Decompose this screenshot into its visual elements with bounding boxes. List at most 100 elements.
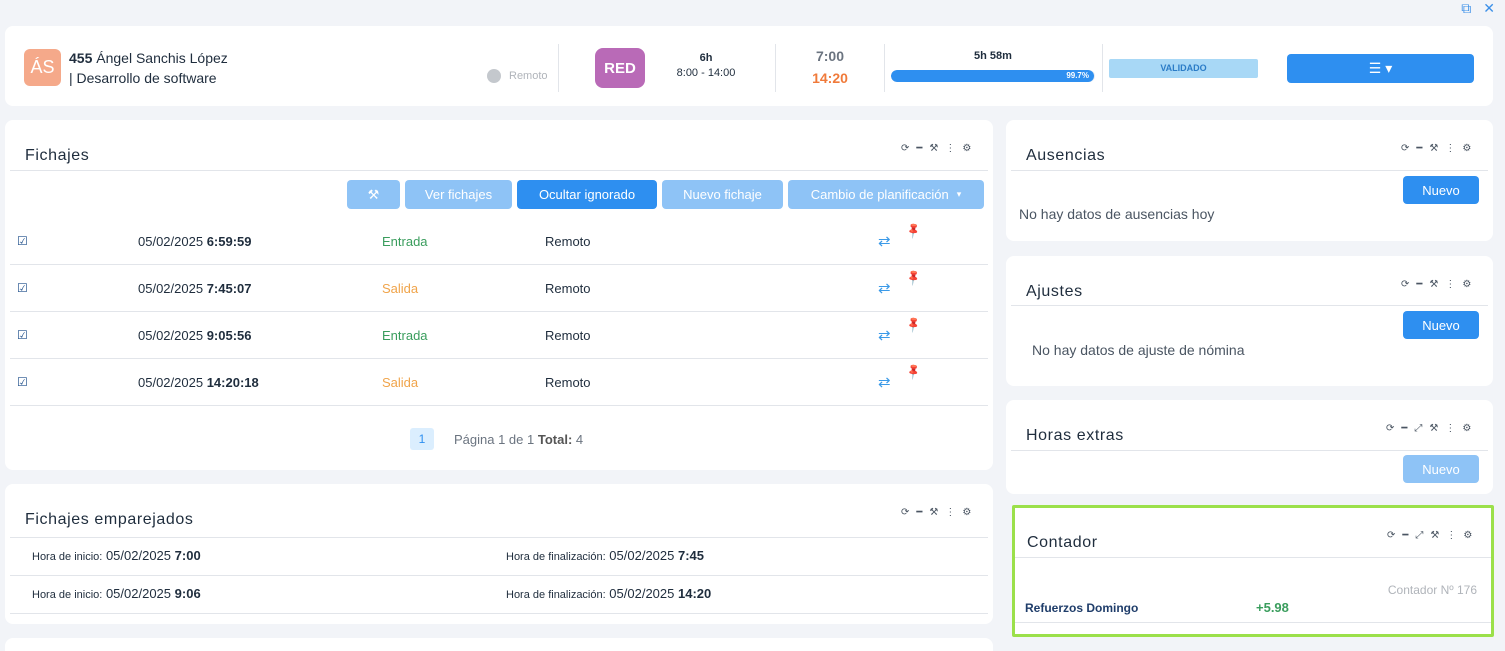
page-button[interactable]: 1 (410, 428, 434, 450)
refresh-icon[interactable]: ⟳ (901, 143, 909, 154)
divider (1011, 450, 1488, 451)
panel-tools: ⟳ ━ ⚒ ⋮ ⚙ (1401, 143, 1471, 154)
worked-time: 5h 58m (974, 50, 1012, 62)
divider (1011, 305, 1488, 306)
contador-value: +5.98 (1256, 600, 1289, 615)
divider (1015, 557, 1491, 558)
avatar: ÁS (24, 49, 61, 86)
divider (1011, 170, 1488, 171)
employee-department: | Desarrollo de software (69, 70, 217, 86)
progress-percent: 99.7% (1066, 71, 1089, 80)
fichajes-panel: Fichajes ⟳ ━ ⚒ ⋮ ⚙ ⚒ Ver fichajes Oculta… (5, 120, 993, 470)
more-vertical-icon[interactable]: ⋮ (945, 507, 955, 518)
fichaje-type: Entrada (382, 328, 428, 343)
magic-wand-icon[interactable]: ⚒ (1430, 530, 1439, 541)
gear-icon[interactable]: ⚙ (1462, 423, 1471, 434)
refresh-icon[interactable]: ⟳ (1386, 423, 1394, 434)
magic-wand-icon[interactable]: ⚒ (1429, 279, 1438, 290)
minimize-icon[interactable]: ━ (916, 143, 922, 154)
panel-title: Ausencias (1026, 147, 1106, 164)
fichaje-type: Entrada (382, 234, 428, 249)
pin-icon[interactable]: 📌 (904, 268, 923, 287)
emparejados-panel: Fichajes emparejados ⟳ ━ ⚒ ⋮ ⚙ Hora de i… (5, 484, 993, 624)
table-row: ☑ 05/02/2025 7:45:07 Salida Remoto ⇄ 📌 (10, 265, 988, 312)
progress-fill (891, 70, 1095, 82)
paired-row: Hora de inicio: 05/02/2025 9:06 Hora de … (10, 576, 988, 614)
ocultar-ignorado-button[interactable]: Ocultar ignorado (517, 180, 657, 209)
chevron-down-icon: ▾ (956, 189, 962, 199)
pin-icon[interactable]: 📌 (904, 315, 923, 334)
expand-icon[interactable]: ⤢ (1414, 423, 1422, 434)
minimize-icon[interactable]: ━ (1416, 279, 1422, 290)
contador-name: Refuerzos Domingo (1025, 601, 1139, 615)
checkbox-icon[interactable]: ☑ (17, 375, 28, 389)
minimize-icon[interactable]: ━ (916, 507, 922, 518)
divider (10, 170, 988, 171)
table-row: ☑ 05/02/2025 9:05:56 Entrada Remoto ⇄ 📌 (10, 312, 988, 359)
more-vertical-icon[interactable]: ⋮ (1446, 530, 1456, 541)
magic-wand-icon[interactable]: ⚒ (929, 507, 938, 518)
gear-icon[interactable]: ⚙ (962, 143, 971, 154)
nuevo-ajuste-button[interactable]: Nuevo (1403, 311, 1479, 339)
contador-panel: Contador ⟳ ━ ⤢ ⚒ ⋮ ⚙ Contador Nº 176 Ref… (1012, 505, 1494, 637)
magic-wand-icon[interactable]: ⚒ (1429, 143, 1438, 154)
paired-start: Hora de inicio: 05/02/2025 9:06 (32, 586, 201, 601)
minimize-icon[interactable]: ━ (1416, 143, 1422, 154)
fichaje-location: Remoto (545, 375, 591, 390)
panel-title: Fichajes emparejados (25, 511, 194, 528)
more-vertical-icon[interactable]: ⋮ (1445, 279, 1455, 290)
gear-icon[interactable]: ⚙ (1463, 530, 1472, 541)
minimize-icon[interactable]: ━ (1401, 423, 1407, 434)
nuevo-fichaje-button[interactable]: Nuevo fichaje (662, 180, 783, 209)
nuevo-ausencia-button[interactable]: Nuevo (1403, 176, 1479, 204)
panel-title: Ajustes (1026, 283, 1083, 300)
divider (775, 44, 776, 92)
fichaje-type: Salida (382, 281, 419, 296)
gear-icon[interactable]: ⚙ (962, 507, 971, 518)
paired-end: Hora de finalización: 05/02/2025 7:45 (506, 548, 705, 563)
next-panel (5, 638, 993, 651)
magic-button[interactable]: ⚒ (347, 180, 400, 209)
more-vertical-icon[interactable]: ⋮ (1445, 143, 1455, 154)
actions-menu-button[interactable]: ☰ ▾ (1287, 54, 1474, 83)
refresh-icon[interactable]: ⟳ (901, 507, 909, 518)
checkbox-icon[interactable]: ☑ (17, 281, 28, 295)
time-in: 7:00 (815, 48, 845, 64)
gear-icon[interactable]: ⚙ (1462, 143, 1471, 154)
swap-icon[interactable]: ⇄ (878, 373, 891, 391)
ver-fichajes-button[interactable]: Ver fichajes (405, 180, 512, 209)
expand-icon[interactable]: ⧉ (1461, 1, 1471, 15)
gear-icon[interactable]: ⚙ (1462, 279, 1471, 290)
schedule-hours: 6h (699, 52, 713, 64)
refresh-icon[interactable]: ⟳ (1401, 143, 1409, 154)
status-badge: VALIDADO (1109, 59, 1258, 78)
swap-icon[interactable]: ⇄ (878, 232, 891, 250)
more-vertical-icon[interactable]: ⋮ (945, 143, 955, 154)
refresh-icon[interactable]: ⟳ (1401, 279, 1409, 290)
employee-header: ÁS 455 Ángel Sanchis López | Desarrollo … (5, 26, 1493, 106)
pin-icon[interactable]: 📌 (904, 221, 923, 240)
checkbox-icon[interactable]: ☑ (17, 234, 28, 248)
ausencias-panel: Ausencias ⟳ ━ ⚒ ⋮ ⚙ Nuevo No hay datos d… (1006, 120, 1493, 241)
close-icon[interactable]: ✕ (1483, 1, 1495, 15)
expand-icon[interactable]: ⤢ (1415, 530, 1423, 541)
refresh-icon[interactable]: ⟳ (1387, 530, 1395, 541)
horas-extras-panel: Horas extras ⟳ ━ ⤢ ⚒ ⋮ ⚙ Nuevo (1006, 400, 1493, 494)
panel-tools: ⟳ ━ ⤢ ⚒ ⋮ ⚙ (1386, 423, 1471, 434)
swap-icon[interactable]: ⇄ (878, 326, 891, 344)
magic-wand-icon[interactable]: ⚒ (1429, 423, 1438, 434)
more-vertical-icon[interactable]: ⋮ (1445, 423, 1455, 434)
window-controls: ⧉ ✕ (1461, 0, 1495, 16)
empty-message: No hay datos de ajuste de nómina (1032, 342, 1245, 358)
nuevo-hora-extra-button[interactable]: Nuevo (1403, 455, 1479, 483)
checkbox-icon[interactable]: ☑ (17, 328, 28, 342)
divider (1102, 44, 1103, 92)
menu-icon: ☰ ▾ (1368, 60, 1393, 76)
magic-wand-icon[interactable]: ⚒ (929, 143, 938, 154)
minimize-icon[interactable]: ━ (1402, 530, 1408, 541)
fichaje-location: Remoto (545, 328, 591, 343)
swap-icon[interactable]: ⇄ (878, 279, 891, 297)
time-out: 14:20 (812, 70, 848, 86)
cambio-planificacion-button[interactable]: Cambio de planificación ▾ (788, 180, 984, 209)
pin-icon[interactable]: 📌 (904, 362, 923, 381)
